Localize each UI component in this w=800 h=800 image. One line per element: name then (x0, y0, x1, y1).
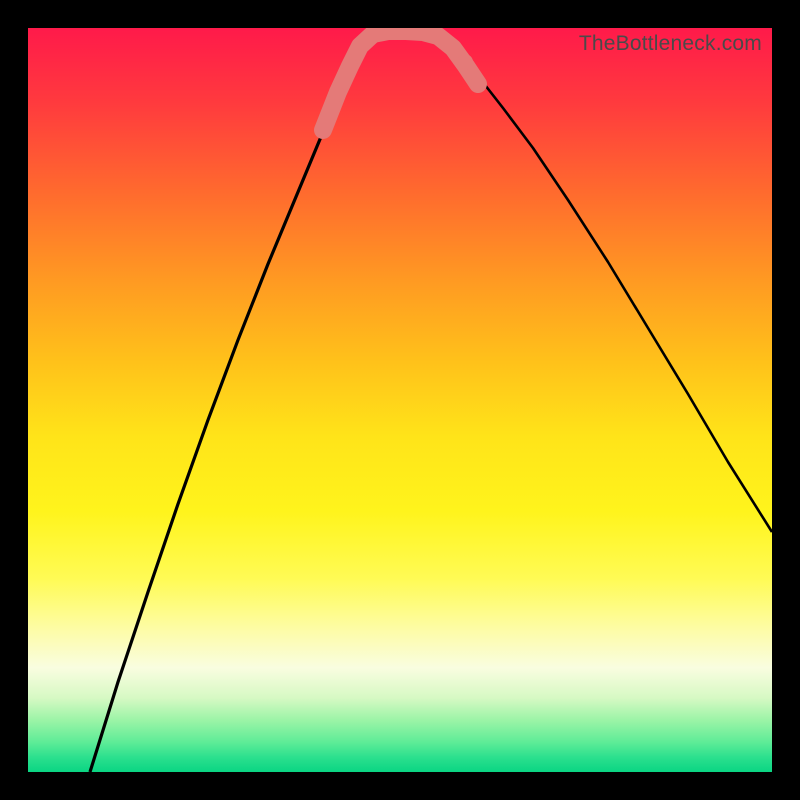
plot-area: TheBottleneck.com (28, 28, 772, 772)
chart-frame: TheBottleneck.com (0, 0, 800, 800)
curves-svg (28, 28, 772, 772)
watermark-text: TheBottleneck.com (579, 32, 762, 56)
